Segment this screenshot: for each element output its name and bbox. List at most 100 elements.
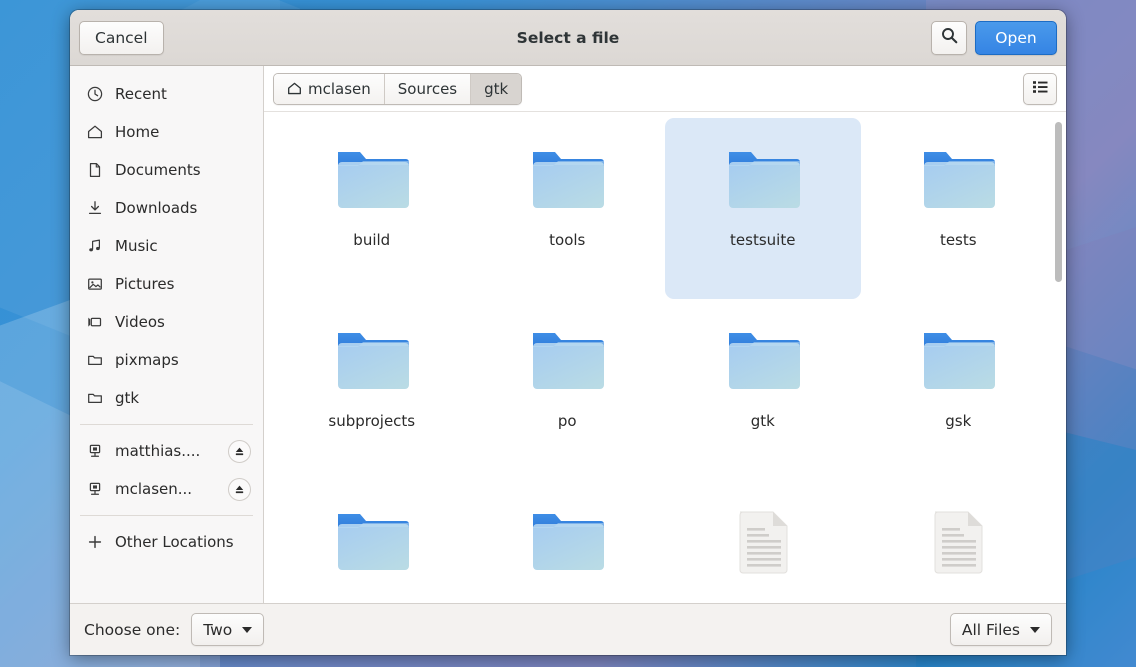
file-item-build[interactable]: build bbox=[274, 118, 470, 299]
sidebar-item-other-locations[interactable]: Other Locations bbox=[70, 523, 263, 561]
sidebar-item-label: Recent bbox=[115, 85, 251, 103]
sidebar-item-label: Documents bbox=[115, 161, 251, 179]
list-view-toggle-button[interactable] bbox=[1023, 73, 1057, 105]
dialog-title: Select a file bbox=[70, 29, 1066, 47]
header-actions: Open bbox=[931, 21, 1057, 55]
file-browser-pane: mclasen Sources gtk bbox=[264, 66, 1066, 603]
eject-button[interactable] bbox=[228, 440, 251, 463]
sidebar-divider bbox=[80, 515, 253, 516]
cancel-button[interactable]: Cancel bbox=[79, 21, 164, 55]
breadcrumb-label: gtk bbox=[484, 80, 508, 98]
sidebar-item-downloads[interactable]: Downloads bbox=[70, 189, 263, 227]
file-item-label: tools bbox=[549, 231, 585, 249]
folder-icon bbox=[330, 493, 414, 587]
image-icon bbox=[86, 276, 103, 293]
dialog-body: Recent Home bbox=[70, 66, 1066, 603]
sidebar-item-label: Music bbox=[115, 237, 251, 255]
open-button[interactable]: Open bbox=[975, 21, 1057, 55]
sidebar-item-pixmaps[interactable]: pixmaps bbox=[70, 341, 263, 379]
list-view-icon bbox=[1032, 79, 1049, 99]
folder-icon bbox=[330, 131, 414, 225]
folder-icon bbox=[525, 312, 609, 406]
sidebar-item-label: Other Locations bbox=[115, 533, 251, 551]
file-item-tests[interactable]: tests bbox=[861, 118, 1057, 299]
sidebar-device-matthias[interactable]: matthias.... bbox=[70, 432, 263, 470]
desktop-background: Cancel Select a file Open bbox=[0, 0, 1136, 667]
document-icon bbox=[721, 493, 805, 587]
sidebar-item-label: Home bbox=[115, 123, 251, 141]
sidebar-item-home[interactable]: Home bbox=[70, 113, 263, 151]
file-item-label: build bbox=[353, 231, 390, 249]
clock-icon bbox=[86, 86, 103, 103]
breadcrumb: mclasen Sources gtk bbox=[273, 73, 522, 105]
file-item-subprojects[interactable]: subprojects bbox=[274, 299, 470, 480]
folder-icon bbox=[721, 131, 805, 225]
sidebar-item-recent[interactable]: Recent bbox=[70, 75, 263, 113]
file-item-tools[interactable]: tools bbox=[470, 118, 666, 299]
file-item-row3-4[interactable] bbox=[861, 480, 1057, 603]
chevron-down-icon bbox=[1030, 627, 1040, 633]
file-grid-container: build tools bbox=[264, 112, 1066, 603]
file-item-row3-2[interactable] bbox=[470, 480, 666, 603]
chevron-down-icon bbox=[242, 627, 252, 633]
file-grid: build tools bbox=[264, 112, 1066, 603]
file-item-label: gtk bbox=[751, 412, 775, 430]
sidebar-item-documents[interactable]: Documents bbox=[70, 151, 263, 189]
file-item-label: testsuite bbox=[730, 231, 795, 249]
sidebar-device-mclasen[interactable]: mclasen... bbox=[70, 470, 263, 508]
file-item-po[interactable]: po bbox=[470, 299, 666, 480]
choose-one-dropdown[interactable]: Two bbox=[191, 613, 264, 646]
choose-one-value: Two bbox=[203, 621, 232, 639]
sidebar-item-pictures[interactable]: Pictures bbox=[70, 265, 263, 303]
sidebar-item-label: pixmaps bbox=[115, 351, 251, 369]
file-item-row3-1[interactable] bbox=[274, 480, 470, 603]
file-item-gsk[interactable]: gsk bbox=[861, 299, 1057, 480]
places-sidebar: Recent Home bbox=[70, 66, 264, 603]
breadcrumb-item-sources[interactable]: Sources bbox=[385, 74, 471, 104]
music-icon bbox=[86, 238, 103, 255]
folder-icon bbox=[330, 312, 414, 406]
eject-button[interactable] bbox=[228, 478, 251, 501]
home-icon bbox=[287, 81, 302, 96]
file-item-testsuite[interactable]: testsuite bbox=[665, 118, 861, 299]
document-icon bbox=[916, 493, 1000, 587]
file-grid-scrollbar[interactable] bbox=[1055, 120, 1062, 603]
sidebar-item-videos[interactable]: Videos bbox=[70, 303, 263, 341]
breadcrumb-label: mclasen bbox=[308, 80, 371, 98]
sidebar-item-label: mclasen... bbox=[115, 480, 216, 498]
sidebar-divider bbox=[80, 424, 253, 425]
drive-icon bbox=[86, 481, 103, 498]
search-button[interactable] bbox=[931, 21, 967, 55]
sidebar-item-music[interactable]: Music bbox=[70, 227, 263, 265]
download-icon bbox=[86, 200, 103, 217]
file-item-gtk[interactable]: gtk bbox=[665, 299, 861, 480]
sidebar-item-gtk[interactable]: gtk bbox=[70, 379, 263, 417]
breadcrumb-item-mclasen[interactable]: mclasen bbox=[274, 74, 385, 104]
file-filter-dropdown[interactable]: All Files bbox=[950, 613, 1052, 646]
sidebar-item-label: Pictures bbox=[115, 275, 251, 293]
breadcrumb-item-gtk[interactable]: gtk bbox=[471, 74, 521, 104]
folder-icon bbox=[721, 312, 805, 406]
path-bar-row: mclasen Sources gtk bbox=[264, 66, 1066, 112]
sidebar-item-label: matthias.... bbox=[115, 442, 216, 460]
dialog-header-bar: Cancel Select a file Open bbox=[70, 10, 1066, 66]
folder-icon bbox=[525, 493, 609, 587]
folder-icon bbox=[916, 312, 1000, 406]
drive-icon bbox=[86, 443, 103, 460]
file-item-label: subprojects bbox=[328, 412, 415, 430]
sidebar-item-label: gtk bbox=[115, 389, 251, 407]
file-item-label: po bbox=[558, 412, 577, 430]
scrollbar-thumb[interactable] bbox=[1055, 122, 1062, 282]
file-item-label: tests bbox=[940, 231, 977, 249]
folder-icon bbox=[916, 131, 1000, 225]
sidebar-item-label: Downloads bbox=[115, 199, 251, 217]
document-icon bbox=[86, 162, 103, 179]
folder-icon bbox=[525, 131, 609, 225]
file-chooser-dialog: Cancel Select a file Open bbox=[70, 10, 1066, 655]
dialog-action-bar: Choose one: Two All Files bbox=[70, 603, 1066, 655]
file-filter-value: All Files bbox=[962, 621, 1020, 639]
folder-icon bbox=[86, 352, 103, 369]
file-item-row3-3[interactable] bbox=[665, 480, 861, 603]
home-icon bbox=[86, 124, 103, 141]
video-icon bbox=[86, 314, 103, 331]
